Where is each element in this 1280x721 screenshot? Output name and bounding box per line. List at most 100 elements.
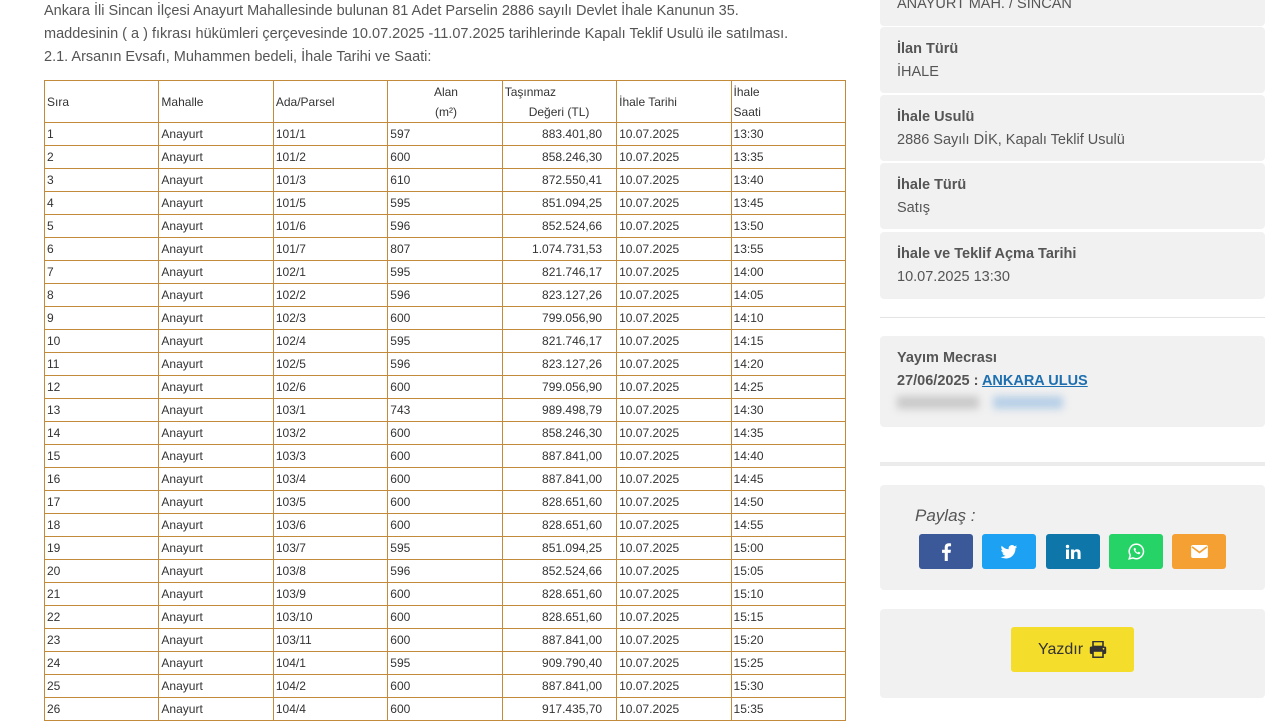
cell-mahalle: Anayurt — [158, 260, 274, 284]
table-row: 19 Anayurt 103/7 595 851.094,25 10.07.2025 15:… — [43, 536, 847, 560]
cell-alan: 743 — [387, 398, 503, 422]
cell-ada-parsel: 101/6 — [272, 214, 389, 238]
cell-sira: 2 — [43, 145, 160, 169]
parcel-table: Sıra Mahalle Ada/Parsel Alan (m²) Taşınm… — [43, 80, 847, 721]
print-button[interactable]: Yazdır — [1011, 627, 1134, 672]
cell-ada-parsel: 104/4 — [272, 697, 389, 721]
header-deger: Taşınmaz Değeri (TL) — [501, 80, 618, 123]
cell-alan: 596 — [387, 559, 503, 583]
cell-ada-parsel: 104/1 — [272, 651, 389, 675]
location-value: ANAYURT MAH. / SİNCAN — [897, 0, 1072, 12]
cell-deger: 858.246,30 — [501, 145, 618, 169]
cell-ada-parsel: 101/2 — [272, 145, 389, 169]
yayim-entry: 27/06/2025 : ANKARA ULUS — [897, 373, 1088, 389]
cell-ada-parsel: 102/5 — [272, 352, 389, 376]
divider-2 — [880, 462, 1265, 466]
yayim-link-ankara-ulus[interactable]: ANKARA ULUS — [982, 373, 1088, 389]
cell-ihale-saati: 15:30 — [730, 674, 847, 698]
divider — [880, 317, 1265, 318]
cell-mahalle: Anayurt — [158, 697, 274, 721]
cell-ada-parsel: 103/2 — [272, 421, 389, 445]
cell-ihale-tarihi: 10.07.2025 — [616, 329, 732, 353]
cell-ihale-saati: 14:40 — [730, 444, 847, 468]
cell-ada-parsel: 101/5 — [272, 191, 389, 215]
header-saat-line2: Saati — [733, 104, 761, 119]
cell-alan: 596 — [387, 352, 503, 376]
cell-alan: 595 — [387, 260, 503, 284]
cell-mahalle: Anayurt — [158, 122, 274, 146]
cell-ihale-saati: 13:50 — [730, 214, 847, 238]
share-facebook-button[interactable] — [919, 534, 973, 569]
cell-ada-parsel: 102/1 — [272, 260, 389, 284]
cell-ihale-tarihi: 10.07.2025 — [616, 536, 732, 560]
share-email-button[interactable] — [1172, 534, 1226, 569]
cell-sira: 17 — [43, 490, 160, 514]
announcement-intro: Ankara İli Sincan İlçesi Anayurt Mahalle… — [44, 0, 844, 69]
ihale-tarih-title: İhale ve Teklif Açma Tarihi — [897, 246, 1077, 262]
table-row: 12 Anayurt 102/6 600 799.056,90 10.07.2025 14:… — [43, 375, 847, 399]
ihale-turu-card: İhale Türü Satış — [880, 163, 1265, 229]
cell-alan: 600 — [387, 697, 503, 721]
share-linkedin-button[interactable] — [1046, 534, 1100, 569]
cell-ada-parsel: 103/11 — [272, 628, 389, 652]
table-row: 6 Anayurt 101/7 807 1.074.731,53 10.07.2025 13… — [43, 237, 847, 261]
table-row: 22 Anayurt 103/10 600 828.651,60 10.07.2025 15… — [43, 605, 847, 629]
cell-mahalle: Anayurt — [158, 513, 274, 537]
table-row: 20 Anayurt 103/8 596 852.524,66 10.07.2025 15:… — [43, 559, 847, 583]
cell-alan: 600 — [387, 490, 503, 514]
header-deger-line1: Taşınmaz — [504, 84, 557, 99]
cell-deger: 828.651,60 — [501, 513, 618, 537]
cell-mahalle: Anayurt — [158, 582, 274, 606]
cell-ihale-saati: 14:25 — [730, 375, 847, 399]
table-row: 23 Anayurt 103/11 600 887.841,00 10.07.2025 15… — [43, 628, 847, 652]
table-row: 13 Anayurt 103/1 743 989.498,79 10.07.2025 14:… — [43, 398, 847, 422]
envelope-icon — [1190, 545, 1208, 558]
cell-mahalle: Anayurt — [158, 329, 274, 353]
cell-mahalle: Anayurt — [158, 375, 274, 399]
table-row: 24 Anayurt 104/1 595 909.790,40 10.07.2025 15:… — [43, 651, 847, 675]
cell-alan: 600 — [387, 674, 503, 698]
share-twitter-button[interactable] — [982, 534, 1036, 569]
cell-ihale-saati: 15:15 — [730, 605, 847, 629]
whatsapp-icon — [1127, 543, 1144, 560]
table-row: 9 Anayurt 102/3 600 799.056,90 10.07.2025 14:1… — [43, 306, 847, 330]
cell-mahalle: Anayurt — [158, 214, 274, 238]
table-body: 1 Anayurt 101/1 597 883.401,80 10.07.2025 13:3… — [43, 122, 847, 721]
header-sira: Sıra — [43, 80, 160, 123]
cell-sira: 10 — [43, 329, 160, 353]
cell-mahalle: Anayurt — [158, 674, 274, 698]
cell-ihale-tarihi: 10.07.2025 — [616, 559, 732, 583]
cell-sira: 15 — [43, 444, 160, 468]
cell-alan: 596 — [387, 283, 503, 307]
cell-ada-parsel: 103/6 — [272, 513, 389, 537]
cell-ihale-saati: 15:05 — [730, 559, 847, 583]
cell-sira: 11 — [43, 352, 160, 376]
cell-ihale-tarihi: 10.07.2025 — [616, 145, 732, 169]
cell-mahalle: Anayurt — [158, 467, 274, 491]
table-row: 26 Anayurt 104/4 600 917.435,70 10.07.2025 15:… — [43, 697, 847, 721]
cell-sira: 19 — [43, 536, 160, 560]
cell-ihale-saati: 14:10 — [730, 306, 847, 330]
share-whatsapp-button[interactable] — [1109, 534, 1163, 569]
header-deger-line2: Değeri (TL) — [528, 104, 590, 119]
cell-ihale-saati: 13:40 — [730, 168, 847, 192]
cell-ihale-tarihi: 10.07.2025 — [616, 191, 732, 215]
cell-ihale-tarihi: 10.07.2025 — [616, 697, 732, 721]
cell-deger: 821.746,17 — [501, 329, 618, 353]
cell-ihale-tarihi: 10.07.2025 — [616, 467, 732, 491]
cell-sira: 22 — [43, 605, 160, 629]
cell-sira: 20 — [43, 559, 160, 583]
cell-ada-parsel: 104/2 — [272, 674, 389, 698]
cell-ada-parsel: 103/9 — [272, 582, 389, 606]
cell-sira: 3 — [43, 168, 160, 192]
cell-deger: 887.841,00 — [501, 467, 618, 491]
ihale-usulu-value: 2886 Sayılı DİK, Kapalı Teklif Usulü — [897, 132, 1125, 148]
cell-deger: 1.074.731,53 — [501, 237, 618, 261]
cell-ihale-saati: 14:35 — [730, 421, 847, 445]
cell-ada-parsel: 103/4 — [272, 467, 389, 491]
ilan-turu-value: İHALE — [897, 64, 939, 80]
cell-alan: 597 — [387, 122, 503, 146]
cell-ihale-tarihi: 10.07.2025 — [616, 306, 732, 330]
cell-deger: 989.498,79 — [501, 398, 618, 422]
header-saat-line1: İhale — [733, 84, 760, 99]
